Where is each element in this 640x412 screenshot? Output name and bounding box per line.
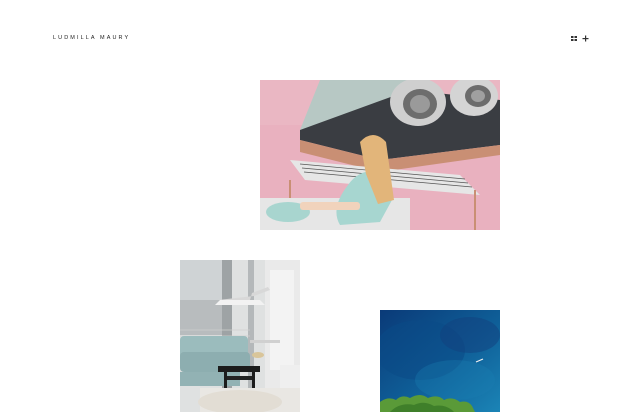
gallery-item-living-room[interactable] — [180, 260, 300, 412]
gallery-item-ocean[interactable] — [380, 310, 500, 412]
ocean-aerial-image — [380, 310, 500, 412]
header-icons — [570, 35, 590, 42]
piano-girl-image — [260, 80, 500, 230]
grid-icon[interactable] — [571, 36, 577, 41]
plus-icon[interactable] — [582, 35, 589, 42]
brand-logo[interactable]: LUDMILLA MAURY — [53, 35, 130, 42]
gallery-item-piano-girl[interactable] — [260, 80, 500, 230]
living-room-image — [180, 260, 300, 412]
portfolio-page: LUDMILLA MAURY — [0, 0, 640, 412]
